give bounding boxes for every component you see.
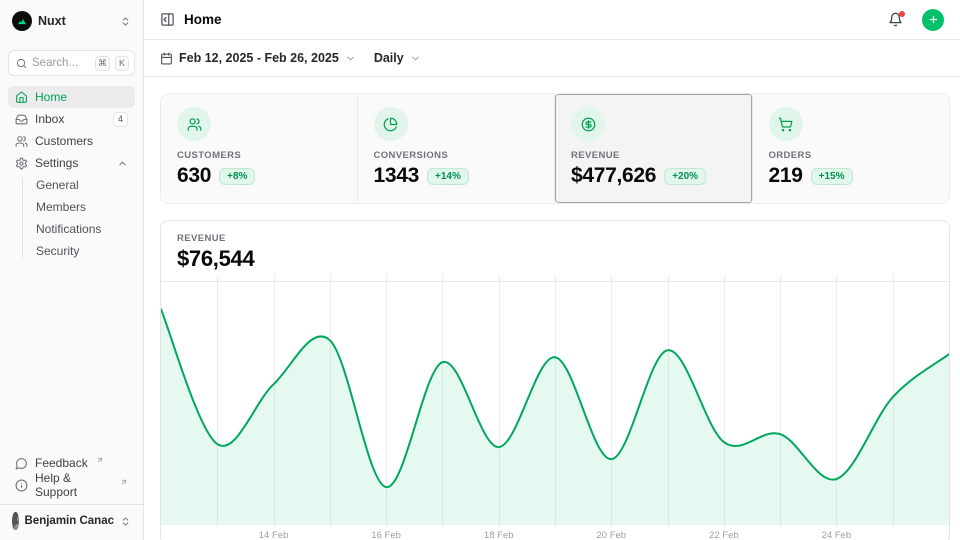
top-header: Home xyxy=(144,0,960,40)
sidebar-item-security[interactable]: Security xyxy=(30,240,135,262)
calendar-icon xyxy=(160,52,173,65)
page-title: Home xyxy=(184,12,879,27)
plus-icon xyxy=(928,14,939,25)
info-circle-icon xyxy=(15,479,28,492)
search-icon xyxy=(16,58,27,69)
chart-pie-icon xyxy=(374,107,408,141)
stat-value: $477,626 xyxy=(571,164,656,188)
gear-icon xyxy=(15,157,28,170)
sidebar-item-label: Customers xyxy=(35,134,93,148)
stat-card-customers[interactable]: CUSTOMERS 630 +8% xyxy=(160,93,358,204)
x-axis-tick-label: 16 Feb xyxy=(371,530,401,540)
sidebar-item-members[interactable]: Members xyxy=(30,196,135,218)
nuxt-logo-icon xyxy=(12,11,32,31)
granularity-label: Daily xyxy=(374,51,404,65)
stat-card-orders[interactable]: ORDERS 219 +15% xyxy=(753,93,951,204)
sidebar-item-label: Inbox xyxy=(35,112,64,126)
circle-dollar-icon xyxy=(571,107,605,141)
sidebar-item-label: Feedback xyxy=(35,456,88,470)
chart-header: REVENUE $76,544 xyxy=(161,221,949,282)
users-icon xyxy=(15,135,28,148)
dashboard-app: Nuxt ⌘ K Home Inbo xyxy=(0,0,960,540)
delta-badge: +8% xyxy=(219,168,255,185)
stat-label: CONVERSIONS xyxy=(374,150,539,161)
stat-label: REVENUE xyxy=(571,150,736,161)
sidebar-item-inbox[interactable]: Inbox 4 xyxy=(8,108,135,130)
chart-area-fill xyxy=(161,309,949,525)
inbox-icon xyxy=(15,113,28,126)
x-axis-tick-label: 24 Feb xyxy=(822,530,852,540)
sidebar-collapse-icon[interactable] xyxy=(160,12,175,27)
external-link-icon xyxy=(120,478,128,486)
workspace-switcher[interactable]: Nuxt xyxy=(8,8,135,34)
user-avatar xyxy=(12,512,19,530)
notification-dot xyxy=(899,11,905,17)
chart-x-axis: 14 Feb 16 Feb 18 Feb 20 Feb 22 Feb 24 Feb xyxy=(161,530,949,540)
chevron-down-icon xyxy=(345,53,356,64)
granularity-select[interactable]: Daily xyxy=(374,51,421,65)
delta-badge: +20% xyxy=(664,168,706,185)
chevron-down-icon xyxy=(410,53,421,64)
chevron-up-icon xyxy=(117,158,128,169)
chart-title: REVENUE xyxy=(177,233,933,244)
stats-row: CUSTOMERS 630 +8% CONVERSIONS 1343 +14% xyxy=(160,93,950,204)
search-field[interactable] xyxy=(32,57,90,69)
chevrons-up-down-icon xyxy=(120,16,131,27)
stat-value: 1343 xyxy=(374,164,420,188)
k-keycap: K xyxy=(115,56,129,71)
users-icon xyxy=(177,107,211,141)
external-link-icon xyxy=(96,456,104,464)
message-circle-icon xyxy=(15,457,28,470)
delta-badge: +14% xyxy=(427,168,469,185)
workspace-name: Nuxt xyxy=(38,14,114,28)
sidebar-nav: Home Inbox 4 Customers Setting xyxy=(8,86,135,262)
sidebar-item-customers[interactable]: Customers xyxy=(8,130,135,152)
x-axis-tick-label: 22 Feb xyxy=(709,530,739,540)
home-icon xyxy=(15,91,28,104)
stat-card-conversions[interactable]: CONVERSIONS 1343 +14% xyxy=(358,93,556,204)
revenue-chart-card: REVENUE $76,544 14 Feb 16 Feb 18 Feb 20 Feb… xyxy=(160,220,950,540)
add-button[interactable] xyxy=(922,9,944,31)
sidebar-item-general[interactable]: General xyxy=(30,174,135,196)
content-area: CUSTOMERS 630 +8% CONVERSIONS 1343 +14% xyxy=(144,77,960,540)
cart-icon xyxy=(769,107,803,141)
user-name: Benjamin Canac xyxy=(25,515,114,527)
stat-value: 219 xyxy=(769,164,803,188)
inbox-count-badge: 4 xyxy=(113,112,128,127)
sidebar-item-help-support[interactable]: Help & Support xyxy=(8,474,135,496)
settings-subnav: General Members Notifications Security xyxy=(8,174,135,262)
sidebar-item-label: Help & Support xyxy=(35,471,112,499)
area-chart-svg xyxy=(161,275,949,526)
main-panel: Home Feb 12, 2025 - Feb 26, 2025 Daily xyxy=(144,0,960,540)
cmd-keycap: ⌘ xyxy=(95,56,110,71)
search-input[interactable]: ⌘ K xyxy=(8,50,135,76)
sidebar-item-notifications[interactable]: Notifications xyxy=(30,218,135,240)
delta-badge: +15% xyxy=(811,168,853,185)
revenue-area-chart[interactable] xyxy=(161,275,949,526)
stat-value: 630 xyxy=(177,164,211,188)
stat-card-revenue[interactable]: REVENUE $477,626 +20% xyxy=(555,93,753,204)
sidebar-item-home[interactable]: Home xyxy=(8,86,135,108)
chevrons-up-down-icon xyxy=(120,516,131,527)
sidebar-item-label: Settings xyxy=(35,156,78,170)
chart-total-value: $76,544 xyxy=(177,246,933,272)
filters-toolbar: Feb 12, 2025 - Feb 26, 2025 Daily xyxy=(144,40,960,77)
user-menu[interactable]: Benjamin Canac xyxy=(8,505,135,532)
date-range-label: Feb 12, 2025 - Feb 26, 2025 xyxy=(179,51,339,65)
x-axis-tick-label: 18 Feb xyxy=(484,530,514,540)
notifications-button[interactable] xyxy=(888,12,903,27)
x-axis-tick-label: 20 Feb xyxy=(596,530,626,540)
x-axis-tick-label: 14 Feb xyxy=(259,530,289,540)
sidebar: Nuxt ⌘ K Home Inbo xyxy=(0,0,144,540)
sidebar-item-settings[interactable]: Settings xyxy=(8,152,135,174)
sidebar-item-label: Home xyxy=(35,90,67,104)
stat-label: ORDERS xyxy=(769,150,934,161)
date-range-picker[interactable]: Feb 12, 2025 - Feb 26, 2025 xyxy=(160,51,356,65)
stat-label: CUSTOMERS xyxy=(177,150,341,161)
